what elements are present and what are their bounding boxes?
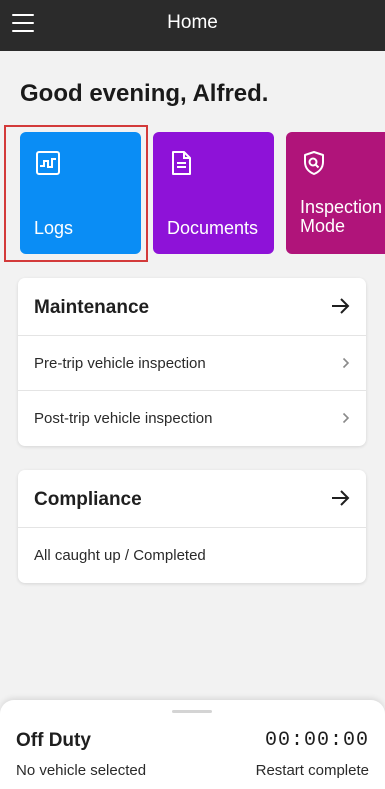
duty-status-sheet[interactable]: Off Duty 00:00:00 No vehicle selected Re… [0, 700, 385, 789]
page-title: Home [167, 12, 218, 33]
arrow-right-icon [332, 298, 350, 314]
pre-trip-label: Pre-trip vehicle inspection [34, 355, 206, 372]
duty-status: Off Duty [16, 730, 91, 751]
compliance-status: All caught up / Completed [34, 547, 206, 564]
chevron-right-icon [342, 357, 350, 369]
inspection-mode-tile-label: Inspection Mode [300, 198, 382, 236]
logs-tile-label: Logs [34, 218, 74, 238]
logs-tile[interactable]: Logs [20, 132, 141, 254]
arrow-right-icon [332, 490, 350, 506]
sheet-drag-handle[interactable] [172, 710, 212, 713]
compliance-header[interactable]: Compliance [18, 470, 366, 528]
documents-tile[interactable]: Documents [153, 132, 274, 254]
pre-trip-inspection-item[interactable]: Pre-trip vehicle inspection [18, 336, 366, 391]
greeting-text: Good evening, Alfred. [20, 80, 269, 107]
vehicle-status: No vehicle selected [16, 762, 147, 779]
inspection-mode-tile[interactable]: Inspection Mode [286, 132, 385, 254]
document-icon [172, 151, 191, 175]
top-app-bar: Home [0, 0, 385, 51]
compliance-title: Compliance [34, 489, 142, 510]
restart-status: Restart complete [255, 762, 369, 779]
post-trip-inspection-item[interactable]: Post-trip vehicle inspection [18, 391, 366, 446]
post-trip-label: Post-trip vehicle inspection [34, 410, 213, 427]
compliance-status-row: All caught up / Completed [18, 528, 366, 583]
shield-search-icon [304, 151, 324, 175]
logs-icon [36, 151, 60, 175]
maintenance-card: Maintenance Pre-trip vehicle inspection … [18, 278, 366, 446]
shortcut-tiles: Logs Documents Inspection Mode [0, 132, 385, 256]
chevron-right-icon [342, 412, 350, 424]
maintenance-title: Maintenance [34, 297, 150, 318]
inspection-label-line2: Mode [300, 216, 346, 236]
compliance-card: Compliance All caught up / Completed [18, 470, 366, 583]
duty-timer: 00:00:00 [264, 729, 369, 752]
inspection-label-line1: Inspection [300, 197, 383, 217]
maintenance-header[interactable]: Maintenance [18, 278, 366, 336]
documents-tile-label: Documents [167, 218, 259, 238]
